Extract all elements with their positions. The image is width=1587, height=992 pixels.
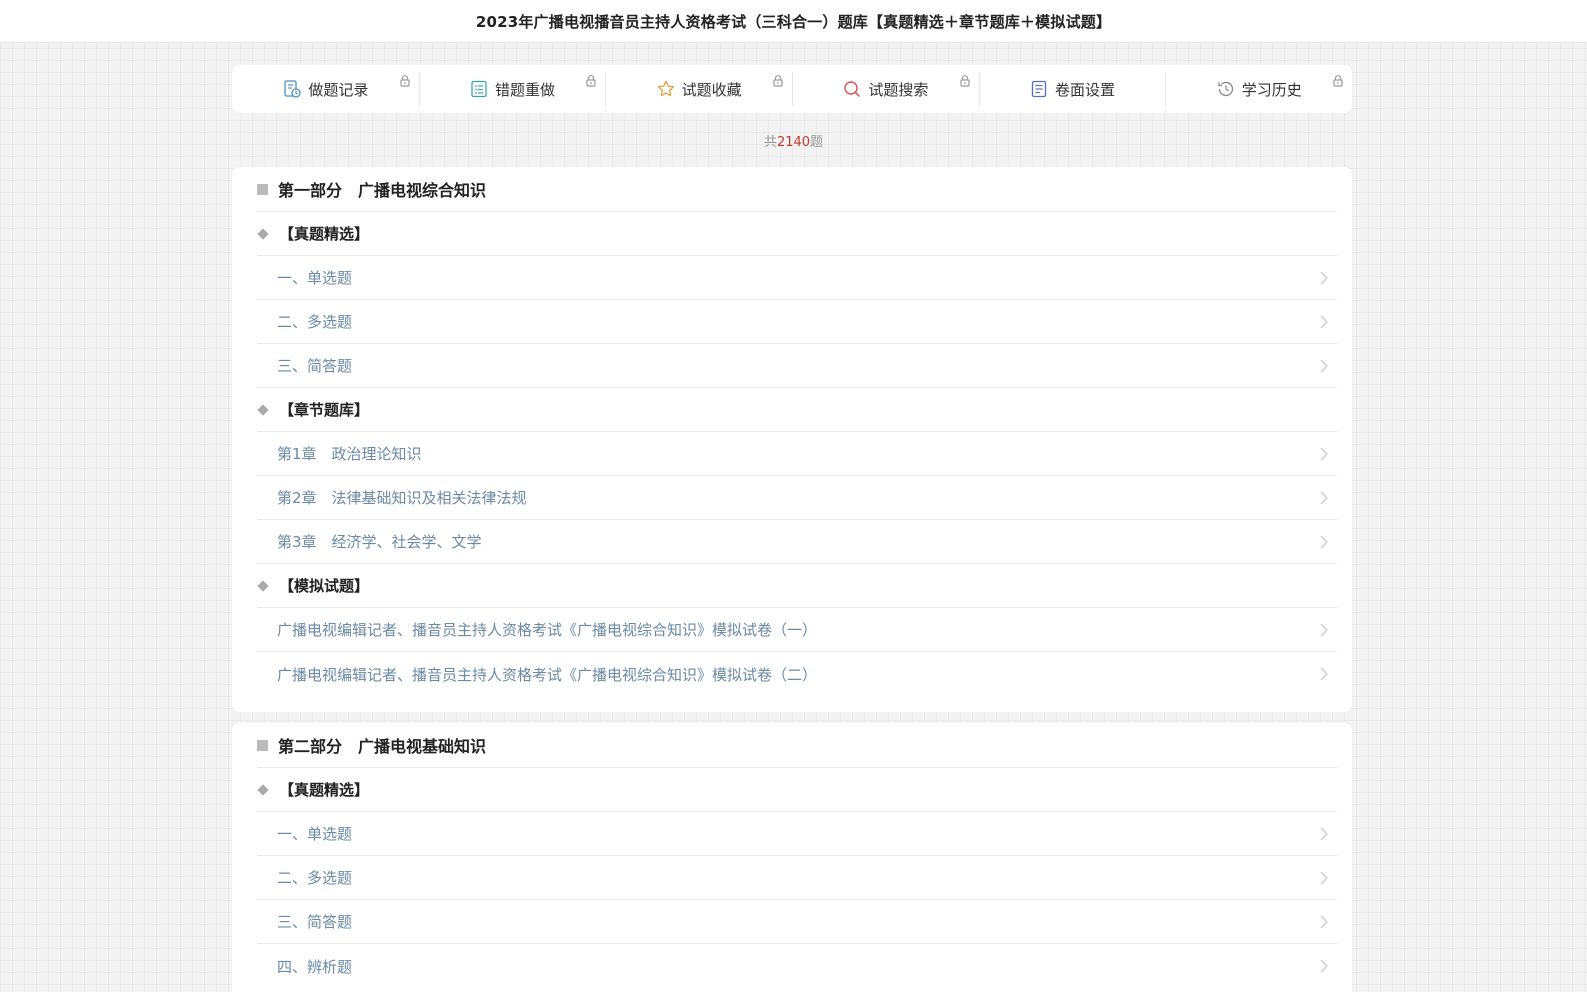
- diamond-bullet-icon: [257, 783, 269, 796]
- part-section-2: 第二部分 广播电视基础知识 【真题精选】 一、单选题 二、多选题 三、简答题 四…: [232, 723, 1352, 992]
- list-item[interactable]: 三、简答题: [257, 900, 1337, 944]
- item-label: 四、辨析题: [277, 957, 353, 976]
- list-item[interactable]: 广播电视编辑记者、播音员主持人资格考试《广播电视综合知识》模拟试卷（一）: [257, 608, 1337, 652]
- tool-label: 试题收藏: [681, 80, 742, 99]
- diamond-bullet-icon: [257, 403, 269, 416]
- part-header: 第一部分 广播电视综合知识: [257, 167, 1337, 212]
- chevron-right-icon: [1319, 490, 1329, 506]
- chevron-right-icon: [1319, 666, 1329, 682]
- count-prefix: 共: [763, 135, 777, 150]
- tool-practice-record[interactable]: 做题记录: [232, 72, 419, 106]
- tool-search[interactable]: 试题搜索: [792, 72, 979, 106]
- tool-label: 错题重做: [495, 80, 556, 99]
- list-item[interactable]: 第2章 法律基础知识及相关法律法规: [257, 476, 1337, 520]
- page-title: 2023年广播电视播音员主持人资格考试（三科合一）题库【真题精选＋章节题库＋模拟…: [475, 12, 1112, 31]
- tool-wrong-redo[interactable]: 错题重做: [418, 72, 606, 106]
- square-bullet-icon: [257, 183, 268, 195]
- item-label: 第3章 经济学、社会学、文学: [277, 533, 482, 551]
- chevron-right-icon: [1319, 826, 1329, 842]
- chevron-right-icon: [1319, 622, 1329, 638]
- category-header: 【真题精选】: [257, 212, 1337, 256]
- redo-icon: [469, 79, 489, 99]
- item-label: 广播电视编辑记者、播音员主持人资格考试《广播电视综合知识》模拟试卷（二）: [277, 665, 818, 684]
- list-item[interactable]: 广播电视编辑记者、播音员主持人资格考试《广播电视综合知识》模拟试卷（二）: [257, 652, 1337, 696]
- item-label: 第2章 法律基础知识及相关法律法规: [277, 489, 527, 507]
- tool-label: 试题搜索: [868, 80, 929, 99]
- category-title: 【真题精选】: [279, 781, 370, 799]
- part-section-1: 第一部分 广播电视综合知识 【真题精选】 一、单选题 二、多选题 三、简答题 【…: [232, 167, 1352, 712]
- list-item[interactable]: 一、单选题: [257, 256, 1337, 300]
- lock-icon: [772, 74, 784, 87]
- tool-paper-settings[interactable]: 卷面设置: [978, 72, 1166, 106]
- part-title: 第一部分 广播电视综合知识: [278, 181, 487, 200]
- part-title: 第二部分 广播电视基础知识: [278, 737, 487, 756]
- star-icon: [656, 79, 676, 99]
- list-item[interactable]: 一、单选题: [257, 812, 1337, 856]
- tool-label: 学习历史: [1241, 80, 1302, 99]
- search-icon: [842, 79, 862, 99]
- item-label: 三、简答题: [277, 913, 353, 931]
- item-label: 二、多选题: [277, 313, 353, 331]
- diamond-bullet-icon: [257, 227, 269, 240]
- chevron-right-icon: [1319, 446, 1329, 462]
- list-item[interactable]: 第1章 政治理论知识: [257, 432, 1337, 476]
- list-item[interactable]: 第3章 经济学、社会学、文学: [257, 520, 1337, 564]
- category-header: 【真题精选】: [257, 768, 1337, 812]
- chevron-right-icon: [1319, 870, 1329, 886]
- count-suffix: 题: [810, 135, 824, 150]
- category-title: 【真题精选】: [279, 225, 370, 243]
- lock-icon: [585, 74, 597, 87]
- item-label: 三、简答题: [277, 357, 353, 375]
- page-header: 2023年广播电视播音员主持人资格考试（三科合一）题库【真题精选＋章节题库＋模拟…: [0, 0, 1587, 43]
- question-count: 共2140题: [0, 131, 1587, 150]
- tool-study-history[interactable]: 学习历史: [1165, 72, 1352, 106]
- category-title: 【模拟试题】: [279, 577, 370, 595]
- item-label: 广播电视编辑记者、播音员主持人资格考试《广播电视综合知识》模拟试卷（一）: [277, 621, 818, 639]
- lock-icon: [1332, 74, 1344, 87]
- lock-icon: [399, 74, 411, 87]
- item-label: 第1章 政治理论知识: [277, 445, 422, 463]
- square-bullet-icon: [257, 739, 268, 751]
- tool-label: 卷面设置: [1055, 80, 1116, 99]
- item-label: 二、多选题: [277, 869, 353, 887]
- chevron-right-icon: [1319, 314, 1329, 330]
- tool-favorites[interactable]: 试题收藏: [605, 72, 792, 106]
- tool-label: 做题记录: [308, 80, 369, 99]
- record-icon: [282, 79, 302, 99]
- chevron-right-icon: [1319, 270, 1329, 286]
- chevron-right-icon: [1319, 958, 1329, 974]
- list-item[interactable]: 四、辨析题: [257, 944, 1337, 988]
- part-header: 第二部分 广播电视基础知识: [257, 723, 1337, 768]
- lock-icon: [959, 74, 971, 87]
- diamond-bullet-icon: [257, 579, 269, 592]
- item-label: 一、单选题: [277, 269, 353, 287]
- chevron-right-icon: [1319, 358, 1329, 374]
- chevron-right-icon: [1319, 534, 1329, 550]
- list-item[interactable]: 二、多选题: [257, 856, 1337, 900]
- chevron-right-icon: [1319, 914, 1329, 930]
- toolbar: 做题记录 错题重做 试题收藏 试题搜索 卷面设置 学习历史: [232, 65, 1352, 113]
- category-title: 【章节题库】: [279, 401, 370, 419]
- category-header: 【模拟试题】: [257, 564, 1337, 608]
- count-number: 2140: [776, 135, 811, 150]
- item-label: 一、单选题: [277, 825, 353, 843]
- settings-doc-icon: [1029, 79, 1049, 99]
- list-item[interactable]: 二、多选题: [257, 300, 1337, 344]
- history-icon: [1216, 79, 1236, 99]
- category-header: 【章节题库】: [257, 388, 1337, 432]
- list-item[interactable]: 三、简答题: [257, 344, 1337, 388]
